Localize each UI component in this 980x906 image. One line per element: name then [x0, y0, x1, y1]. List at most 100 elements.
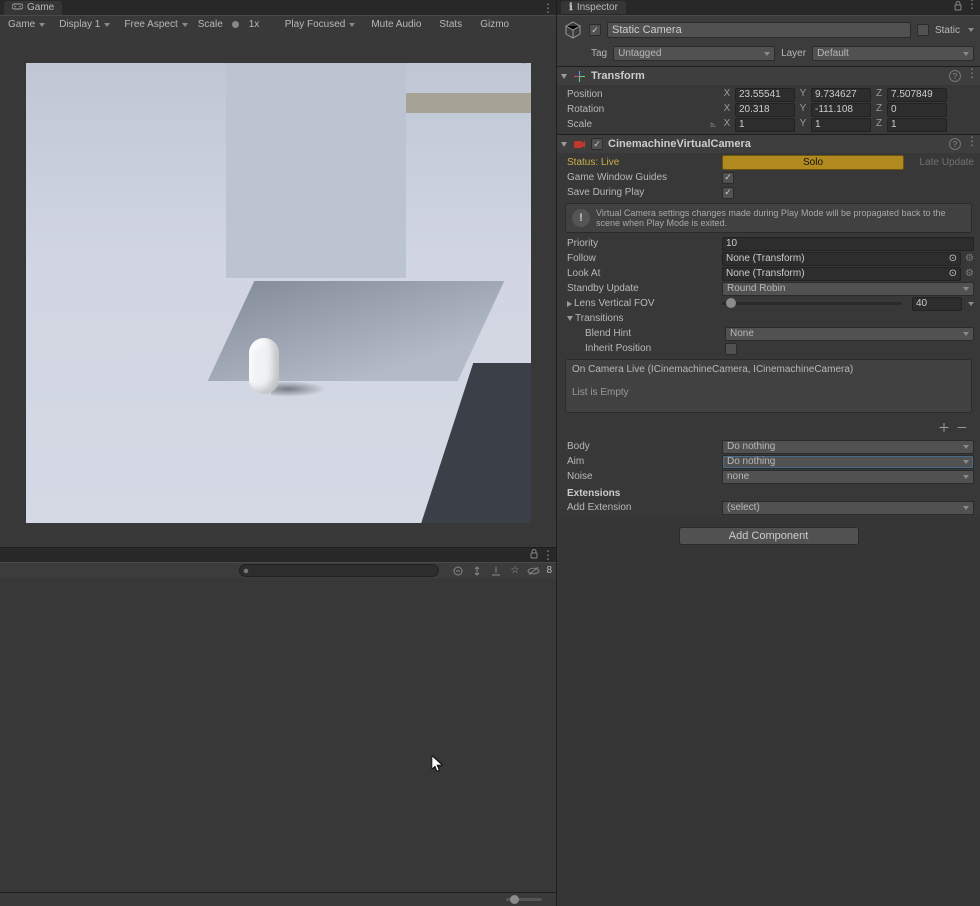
fold-icon	[561, 142, 567, 147]
clear-on-play-icon[interactable]	[451, 564, 464, 577]
solo-button[interactable]: Solo	[722, 155, 904, 170]
panel-menu-icon[interactable]: ⋮	[542, 5, 552, 11]
addext-dropdown[interactable]: (select)	[722, 501, 974, 515]
layer-dropdown[interactable]: Default	[812, 46, 974, 61]
static-label: Static	[935, 25, 960, 36]
add-component-button[interactable]: Add Component	[679, 527, 859, 545]
inherit-label: Inherit Position	[581, 343, 721, 354]
event-remove-button[interactable]: －	[956, 419, 968, 436]
console-search-input[interactable]	[239, 564, 439, 577]
visibility-icon[interactable]	[527, 564, 540, 577]
collapse-icon[interactable]	[470, 564, 483, 577]
follow-field[interactable]: None (Transform)⊙	[722, 252, 961, 266]
scale-y-input[interactable]	[811, 118, 871, 132]
help-icon[interactable]: ?	[949, 138, 961, 150]
aim-label: Aim	[563, 456, 718, 467]
help-icon[interactable]: ?	[949, 70, 961, 82]
aim-dropdown[interactable]: Do nothing	[722, 455, 974, 469]
game-mode-dropdown[interactable]: Game	[4, 19, 49, 30]
rotation-x-input[interactable]	[735, 103, 795, 117]
mute-audio-toggle[interactable]: Mute Audio	[365, 19, 427, 30]
lock-icon[interactable]	[953, 1, 963, 14]
sdp-checkbox[interactable]	[722, 187, 734, 199]
component-menu-icon[interactable]: ⋮	[966, 138, 976, 150]
play-mode-dropdown[interactable]: Play Focused	[281, 19, 360, 30]
game-tab-bar: Game ⋮	[0, 0, 556, 15]
gwg-checkbox[interactable]	[722, 172, 734, 184]
transform-header[interactable]: Transform ? ⋮	[557, 66, 980, 85]
blend-label: Blend Hint	[581, 328, 721, 339]
static-checkbox[interactable]	[917, 24, 929, 36]
game-view[interactable]	[26, 63, 531, 523]
fov-label[interactable]: Lens Vertical FOV	[563, 298, 718, 309]
inherit-checkbox[interactable]	[725, 343, 737, 355]
scale-value: 1x	[249, 19, 275, 30]
inspector-tab[interactable]: ℹ Inspector	[561, 1, 626, 14]
rotation-label: Rotation	[563, 104, 718, 115]
object-picker-icon[interactable]: ⊙	[949, 268, 957, 279]
noise-dropdown[interactable]: none	[722, 470, 974, 484]
console-tab-bar: ⋮	[0, 548, 556, 562]
inspector-tab-label: Inspector	[577, 2, 618, 13]
fov-preset-icon[interactable]	[968, 302, 974, 306]
fold-icon	[561, 74, 567, 79]
position-label: Position	[563, 89, 718, 100]
scale-slider[interactable]	[229, 18, 243, 32]
display-dropdown[interactable]: Display 1	[55, 19, 114, 30]
gameobject-name-input[interactable]	[607, 22, 911, 38]
transitions-label[interactable]: Transitions	[563, 313, 718, 324]
transform-title: Transform	[591, 70, 944, 82]
lookat-field[interactable]: None (Transform)⊙	[722, 267, 961, 281]
standby-dropdown[interactable]: Round Robin	[722, 282, 974, 296]
gizmos-toggle[interactable]: Gizmo	[474, 19, 515, 30]
priority-input[interactable]	[722, 237, 974, 251]
layer-label: Layer	[781, 48, 806, 59]
gear-icon[interactable]: ⚙	[965, 268, 974, 279]
body-dropdown[interactable]: Do nothing	[722, 440, 974, 454]
favorite-icon[interactable]: ☆	[508, 564, 521, 577]
event-add-button[interactable]: ＋	[938, 419, 950, 436]
panel-menu-icon[interactable]: ⋮	[966, 1, 976, 14]
gwg-label: Game Window Guides	[563, 172, 718, 183]
blend-dropdown[interactable]: None	[725, 327, 974, 341]
tag-dropdown[interactable]: Untagged	[613, 46, 775, 61]
late-update-label: Late Update	[908, 157, 974, 168]
game-tab[interactable]: Game	[4, 1, 62, 15]
gear-icon[interactable]: ⚙	[965, 253, 974, 264]
position-y-input[interactable]	[811, 88, 871, 102]
lock-icon[interactable]	[529, 549, 539, 562]
error-pause-icon[interactable]	[489, 564, 502, 577]
sdp-label: Save During Play	[563, 187, 718, 198]
constrain-icon[interactable]: ⦝	[710, 119, 716, 130]
vcam-header[interactable]: CinemachineVirtualCamera ? ⋮	[557, 134, 980, 153]
static-dropdown-icon[interactable]	[968, 28, 974, 32]
gameobject-enabled-checkbox[interactable]	[589, 24, 601, 36]
scale-label: Scale⦝	[563, 119, 718, 130]
scale-z-input[interactable]	[887, 118, 947, 132]
extensions-label: Extensions	[563, 484, 974, 500]
rotation-z-input[interactable]	[887, 103, 947, 117]
playmode-info-text: Virtual Camera settings changes made dur…	[596, 208, 965, 228]
player-capsule	[249, 338, 279, 394]
position-x-input[interactable]	[735, 88, 795, 102]
aspect-dropdown[interactable]: Free Aspect	[120, 19, 191, 30]
body-label: Body	[563, 441, 718, 452]
stats-toggle[interactable]: Stats	[433, 19, 468, 30]
fold-icon	[567, 301, 572, 307]
fov-slider[interactable]	[722, 302, 902, 305]
object-picker-icon[interactable]: ⊙	[949, 253, 957, 264]
panel-menu-icon[interactable]: ⋮	[542, 552, 552, 558]
vcam-title: CinemachineVirtualCamera	[608, 138, 944, 150]
gameobject-header: Static	[557, 15, 980, 44]
component-menu-icon[interactable]: ⋮	[966, 70, 976, 82]
position-z-input[interactable]	[887, 88, 947, 102]
info-icon: !	[572, 209, 590, 227]
inspector-tab-bar: ℹ Inspector ⋮	[557, 0, 980, 15]
vcam-enabled-checkbox[interactable]	[591, 138, 603, 150]
rotation-y-input[interactable]	[811, 103, 871, 117]
gameobject-icon[interactable]	[563, 20, 583, 40]
console-zoom-slider[interactable]	[0, 892, 556, 906]
fov-input[interactable]	[912, 297, 962, 311]
scale-x-input[interactable]	[735, 118, 795, 132]
console-count: 8	[546, 565, 552, 576]
